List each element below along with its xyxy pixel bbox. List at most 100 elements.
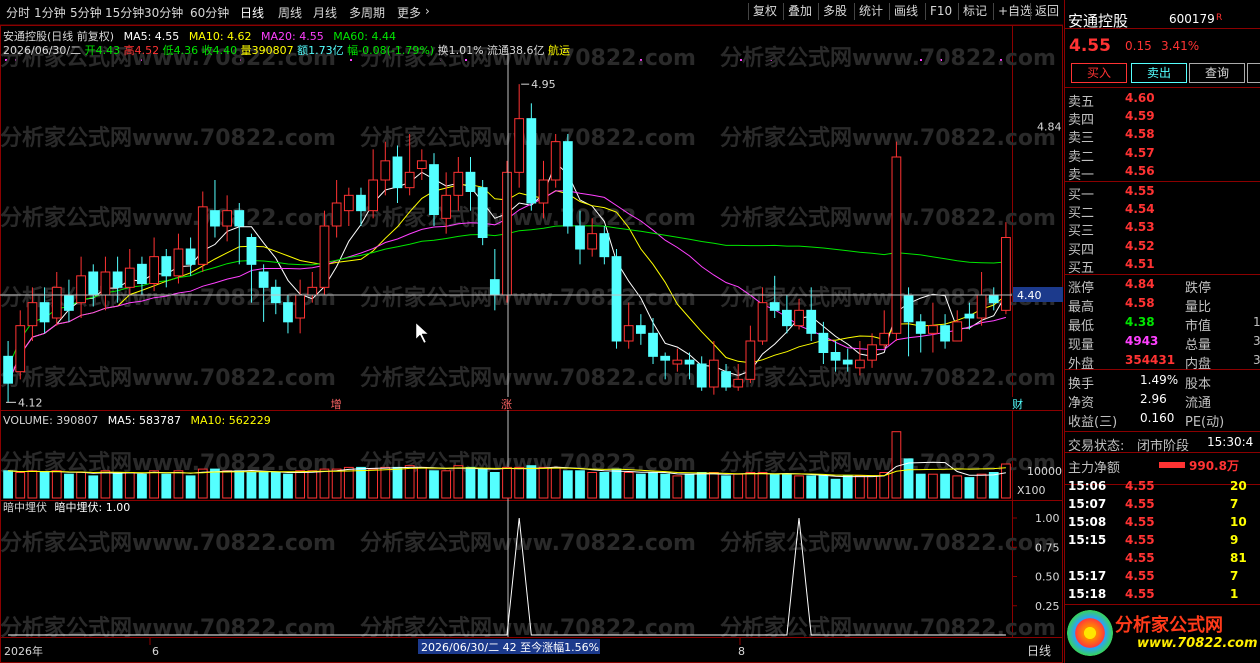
bid-label-0: 买一 [1068, 188, 1095, 203]
ask-price-3: 4.57 [1125, 145, 1155, 160]
toolbar-button-1[interactable]: 叠加 [783, 3, 816, 20]
ask-price-1: 4.59 [1125, 109, 1155, 124]
stat2-label-1: 净资 [1068, 396, 1095, 411]
period-tab-0[interactable]: 分时 [6, 4, 30, 21]
volume-bar [562, 470, 573, 499]
toolbar-button-2[interactable]: 多股 [818, 3, 851, 20]
volume-bar [635, 473, 646, 499]
period-tab-10[interactable]: 更多 [397, 4, 421, 21]
candle [648, 318, 658, 364]
volume-bar [246, 472, 257, 499]
watermark-text: 分析家公式网www.70822.com [720, 365, 1056, 391]
stat-label2-4: 内盘 [1185, 357, 1212, 372]
watermark-text: 分析家公式网www.70822.com [720, 615, 1056, 641]
cursor-price-label: 4.40 [1017, 289, 1042, 302]
candle [562, 134, 573, 234]
volume-bar [161, 473, 172, 499]
tick-price-6: 4.55 [1125, 587, 1155, 601]
status-value: 闭市阶段 [1137, 439, 1190, 454]
tick-volume-5: 7 [1230, 569, 1239, 583]
event-marker-2: 财 [1012, 397, 1023, 411]
period-tab-5[interactable]: 60分钟 [190, 4, 229, 21]
watermark-text: 分析家公式网www.70822.com [360, 365, 696, 391]
volume-bar [757, 472, 768, 499]
watermark-text: 分析家公式网www.70822.com [0, 365, 336, 391]
quote-separator [1065, 87, 1260, 88]
quote-separator [1065, 604, 1260, 605]
watermark-text: 分析家公式网www.70822.com [720, 125, 1056, 151]
ohlc-high: 高4.52 [123, 44, 160, 57]
candle [3, 341, 13, 403]
volume-bar [15, 472, 26, 499]
toolbar-button-6[interactable]: 标记 [958, 3, 991, 20]
period-tab-1[interactable]: 1分钟 [34, 4, 66, 21]
candle [368, 149, 379, 219]
quote-panel: 安通控股 600179 R 4.55 0.15 3.41% 买入 卖出 查询 卖五 4.60 卖四 4.… [1064, 0, 1260, 663]
volume-bar [222, 470, 233, 499]
stat2-label2-1: 流通 [1185, 396, 1212, 411]
indicator-tick-label: 0.75 [1035, 541, 1060, 554]
volume-bar [173, 470, 184, 499]
status-time: 15:30:4 [1207, 435, 1254, 449]
volume-ma10-label: MA10: 562229 [190, 414, 271, 427]
current-price: 4.55 [1069, 36, 1111, 56]
ask-label-3: 卖二 [1068, 149, 1095, 165]
volume-bar [721, 475, 731, 499]
quote-separator [1065, 28, 1260, 29]
volume-bar [550, 466, 561, 499]
volume-bar [733, 473, 744, 499]
kline-chart-svg[interactable]: 分析家公式网www.70822.com 分析家公式网www.70822.com 分析… [0, 25, 1063, 663]
chevron-right-icon[interactable]: › [425, 4, 430, 18]
volume-bar [830, 478, 841, 499]
volume-bar [781, 473, 792, 499]
period-tab-6[interactable]: 日线 [240, 4, 264, 21]
period-tab-3[interactable]: 15分钟 [105, 4, 144, 21]
candle [392, 145, 403, 203]
stat2-value-0: 1.49% [1140, 373, 1179, 387]
toolbar-button-0[interactable]: 复权 [748, 3, 781, 20]
toolbar-button-8[interactable]: 返回 [1030, 3, 1063, 20]
volume-bar [319, 468, 330, 499]
candle [903, 287, 914, 357]
period-tab-8[interactable]: 月线 [313, 4, 337, 21]
candle [976, 272, 987, 326]
volume-bar [915, 473, 926, 499]
query-button[interactable]: 查询 [1189, 63, 1245, 83]
ohlc-close: 收4.40 [201, 44, 238, 57]
volume-bar [3, 470, 13, 499]
tick-price-5: 4.55 [1125, 569, 1155, 583]
more-button[interactable] [1247, 63, 1260, 83]
period-tab-2[interactable]: 5分钟 [70, 4, 102, 21]
price-change: 0.15 [1125, 39, 1152, 53]
volume-bar [818, 475, 829, 499]
volume-bar [842, 475, 853, 499]
volume-bar [964, 477, 975, 499]
volume-bar [404, 465, 415, 499]
stat-value2-4: 3 [1253, 353, 1260, 367]
tick-volume-3: 9 [1230, 533, 1239, 547]
toolbar-button-4[interactable]: 画线 [889, 3, 922, 20]
buy-button[interactable]: 买入 [1071, 63, 1127, 83]
volume-bar [502, 466, 512, 499]
quote-separator [1065, 369, 1260, 370]
bid-price-3: 4.52 [1125, 238, 1155, 253]
logo-url: www.70822.com [1137, 636, 1258, 651]
volume-bar [489, 472, 500, 499]
volume-bar [453, 465, 464, 499]
axis-month8-label: 8 [738, 645, 745, 658]
sell-button[interactable]: 卖出 [1131, 63, 1187, 83]
volume-bar [891, 431, 902, 499]
candle [1001, 222, 1011, 315]
period-tab-7[interactable]: 周线 [278, 4, 302, 21]
period-tab-9[interactable]: 多周期 [349, 4, 385, 21]
volume-bar [270, 472, 281, 499]
period-tab-4[interactable]: 30分钟 [144, 4, 183, 21]
bid-label-4: 买五 [1068, 260, 1095, 276]
toolbar-button-5[interactable]: F10 [925, 3, 956, 20]
bid-price-4: 4.51 [1125, 256, 1155, 271]
volume-bar [100, 470, 111, 499]
tick-volume-4: 81 [1230, 551, 1247, 565]
toolbar-button-3[interactable]: 统计 [854, 3, 887, 20]
flower-logo-icon [1067, 610, 1113, 656]
chart-area[interactable]: 分析家公式网www.70822.com 分析家公式网www.70822.com 分析… [0, 25, 1063, 663]
